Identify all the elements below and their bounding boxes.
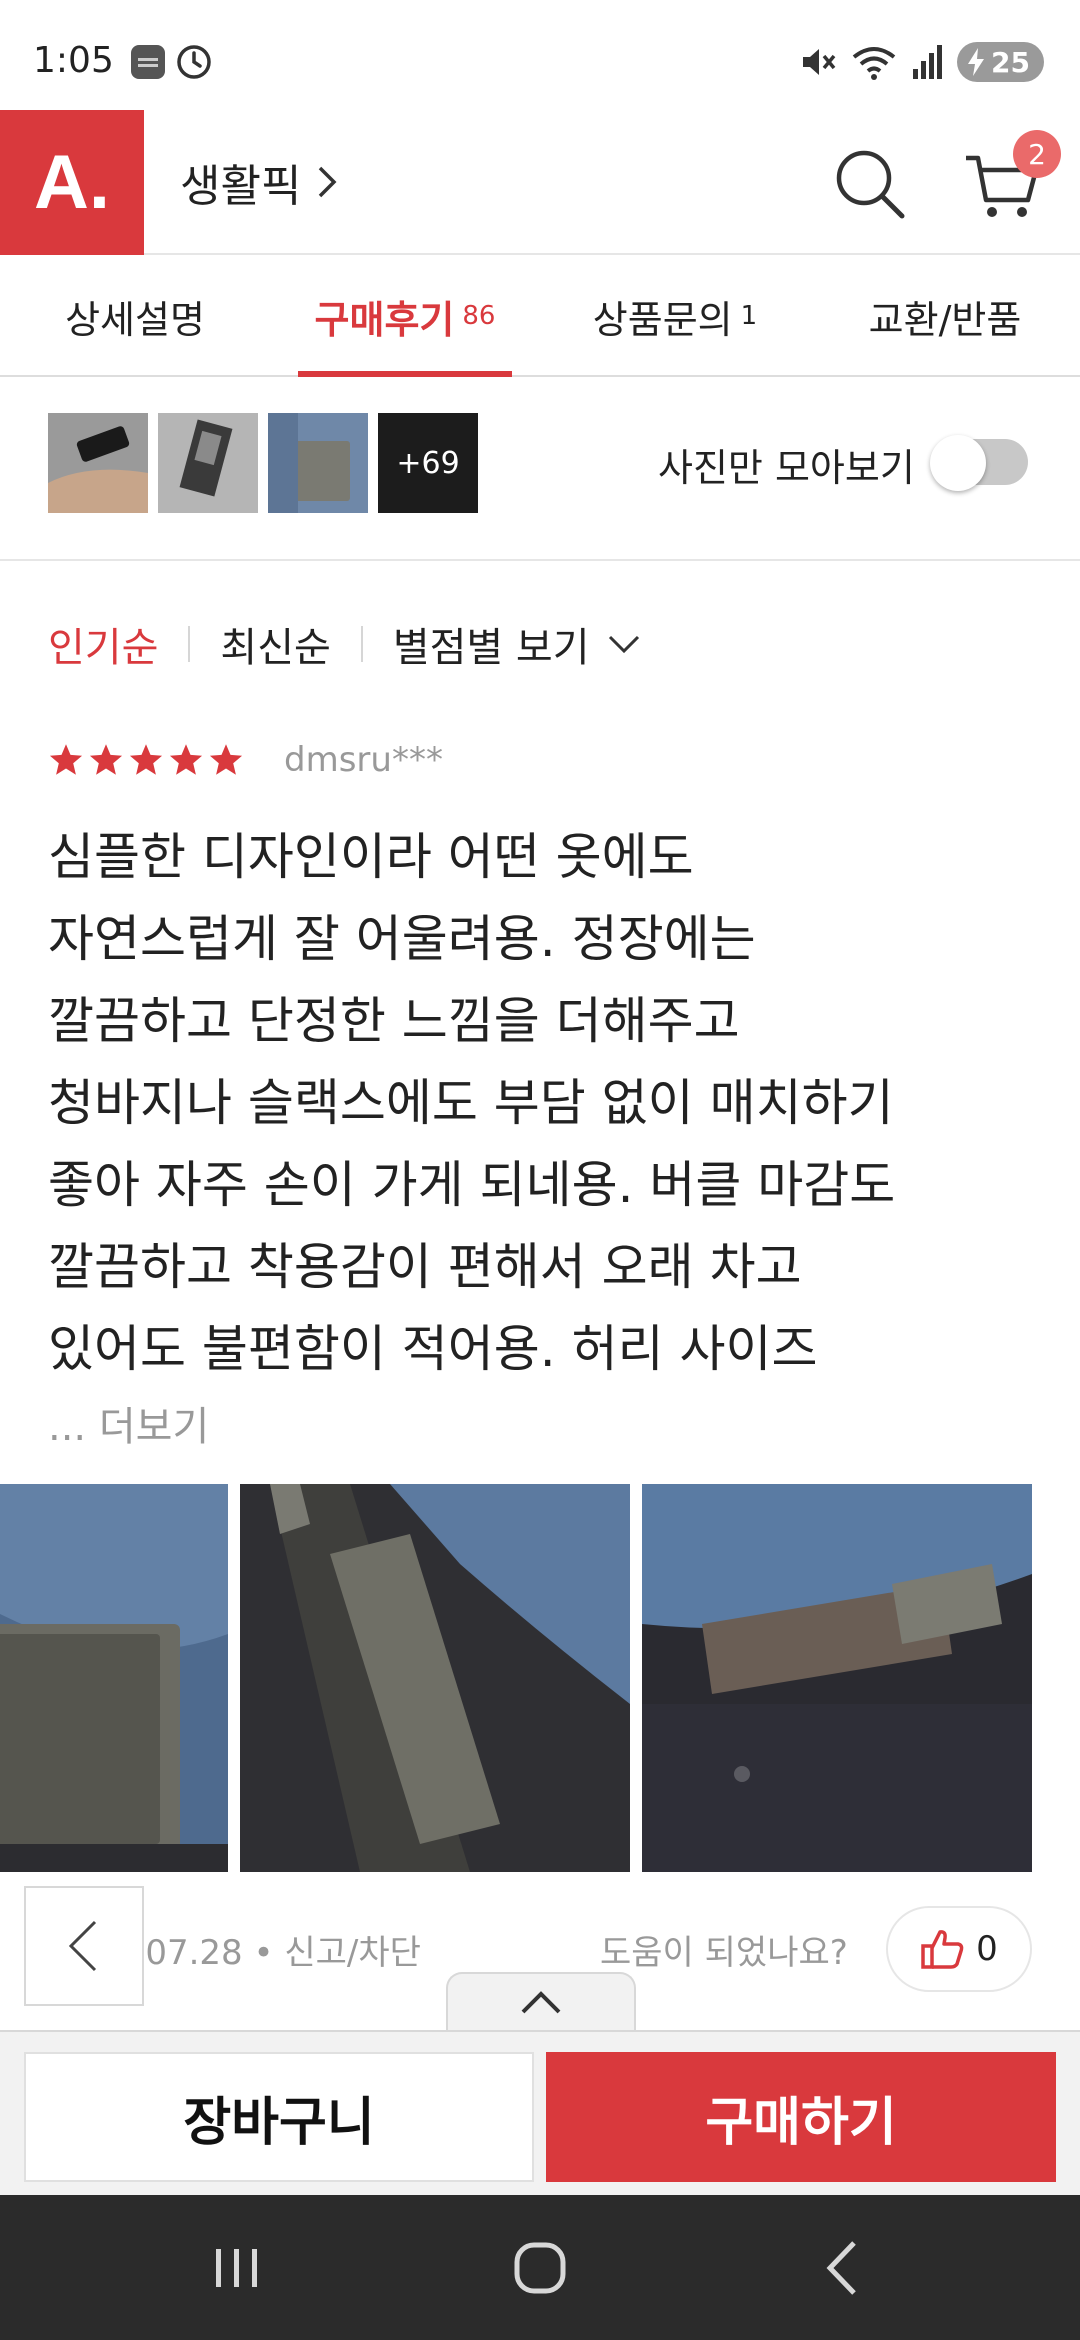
tab-count: 1 (740, 301, 758, 331)
tab-label: 구매후기 (314, 297, 455, 342)
tab-label: 교환/반품 (868, 297, 1022, 342)
review-line: 깔끔하고 단정한 느낌을 더해주고 (48, 992, 740, 1050)
chevron-down-icon (608, 635, 639, 654)
read-more-link[interactable]: ... 더보기 (48, 1394, 209, 1452)
back-button[interactable] (24, 1886, 144, 2006)
review-thumbnail[interactable] (158, 413, 258, 513)
reviewer-name: dmsru*** (284, 740, 443, 780)
wifi-icon (852, 47, 896, 80)
category-label: 생활픽 (180, 161, 302, 212)
report-link[interactable]: 신고/차단 (284, 1933, 421, 1973)
more-photos-button[interactable]: +69 (378, 413, 478, 513)
logo[interactable]: A. (0, 110, 144, 255)
sort-popular[interactable]: 인기순 (48, 615, 158, 673)
status-time: 1:05 (33, 40, 114, 81)
app-header: A. 생활픽 2 (0, 110, 1080, 255)
purchase-bar: 장바구니 구매하기 (0, 2030, 1080, 2195)
chevron-up-icon (521, 1991, 561, 2014)
chevron-left-icon (68, 1920, 97, 1972)
system-nav-bar (0, 2195, 1080, 2340)
review-photo-strip: +69 사진만 모아보기 (0, 379, 1080, 561)
review-line: 깔끔하고 착용감이 편해서 오래 차고 (48, 1238, 802, 1296)
tab-reviews[interactable]: 구매후기 86 (270, 257, 540, 377)
star-icon (129, 744, 163, 775)
review-thumbnail[interactable] (268, 413, 368, 513)
rating-filter-dropdown[interactable]: 별점별 보기 (393, 615, 642, 673)
battery-level: 25 (991, 45, 1030, 79)
review-photo[interactable] (642, 1484, 1032, 1872)
tab-description[interactable]: 상세설명 (0, 257, 270, 375)
search-icon[interactable] (830, 144, 910, 224)
back-icon[interactable] (810, 2235, 876, 2301)
review-photo[interactable] (0, 1484, 228, 1872)
home-icon[interactable] (507, 2235, 573, 2301)
samsung-health-icon (131, 45, 165, 79)
category-breadcrumb[interactable]: 생활픽 (180, 150, 339, 214)
status-bar: 1:05 25 (0, 0, 1080, 110)
star-icon (209, 744, 243, 775)
add-to-cart-button[interactable]: 장바구니 (24, 2052, 534, 2182)
review-text: 심플한 디자인이라 어떤 옷에도 자연스럽게 잘 어울려용. 정장에는 깔끔하고… (48, 816, 1048, 1390)
review-photo-image (642, 1484, 1032, 1872)
tab-inquiries[interactable]: 상품문의 1 (540, 257, 810, 375)
helpful-question: 도움이 되었나요? (600, 1933, 848, 1973)
status-icons: 25 (799, 40, 1044, 84)
tab-count: 86 (462, 301, 496, 331)
review-line: 청바지나 슬랙스에도 부담 없이 매치하기 (48, 1074, 894, 1132)
sort-bar: 인기순 최신순 별점별 보기 (48, 614, 642, 674)
star-icon (49, 744, 83, 775)
helpful-button[interactable]: 0 (886, 1906, 1032, 1992)
rating-filter-label: 별점별 보기 (392, 625, 590, 671)
review-photo-image (0, 1484, 228, 1872)
review-thumbnail[interactable] (48, 413, 148, 513)
review-line: 자연스럽게 잘 어울려용. 정장에는 (48, 910, 756, 968)
mute-icon (803, 49, 836, 75)
toggle-knob (930, 435, 986, 491)
review-line: 있어도 불편함이 적어용. 허리 사이즈 (48, 1320, 818, 1378)
star-icon (169, 744, 203, 775)
thumbs-up-icon (921, 1930, 964, 1969)
photo-only-label: 사진만 모아보기 (658, 446, 915, 490)
clock-icon (177, 45, 211, 79)
chevron-right-icon (319, 166, 337, 198)
separator-dot: • (253, 1933, 285, 1973)
divider (188, 626, 191, 662)
divider (360, 626, 363, 662)
review-photo[interactable] (240, 1484, 630, 1872)
charging-icon (968, 48, 985, 76)
thumbnail-image (268, 413, 368, 513)
star-icon (89, 744, 123, 775)
cart-count-badge: 2 (1013, 130, 1061, 178)
tab-label: 상품문의 (592, 297, 733, 342)
helpful-count: 0 (976, 1929, 998, 1969)
buy-now-button[interactable]: 구매하기 (546, 2052, 1056, 2182)
tab-exchange-return[interactable]: 교환/반품 (810, 257, 1080, 375)
photo-only-toggle[interactable] (930, 435, 1028, 491)
expand-options-handle[interactable] (446, 1972, 636, 2032)
review-line: 심플한 디자인이라 어떤 옷에도 (48, 828, 694, 886)
product-tabs: 상세설명 구매후기 86 상품문의 1 교환/반품 (0, 257, 1080, 377)
recent-apps-icon[interactable] (204, 2235, 270, 2301)
sort-latest[interactable]: 최신순 (220, 615, 330, 673)
signal-icon (913, 45, 943, 79)
thumbnail-image (48, 413, 148, 513)
review-meta: dmsru*** (48, 740, 443, 780)
review-line: 좋아 자주 손이 가게 되네용. 버클 마감도 (48, 1156, 896, 1214)
tab-label: 상세설명 (65, 297, 205, 342)
thumbnail-image (158, 413, 258, 513)
star-rating (48, 742, 244, 778)
review-photo-image (240, 1484, 630, 1872)
battery-indicator: 25 (957, 42, 1044, 82)
